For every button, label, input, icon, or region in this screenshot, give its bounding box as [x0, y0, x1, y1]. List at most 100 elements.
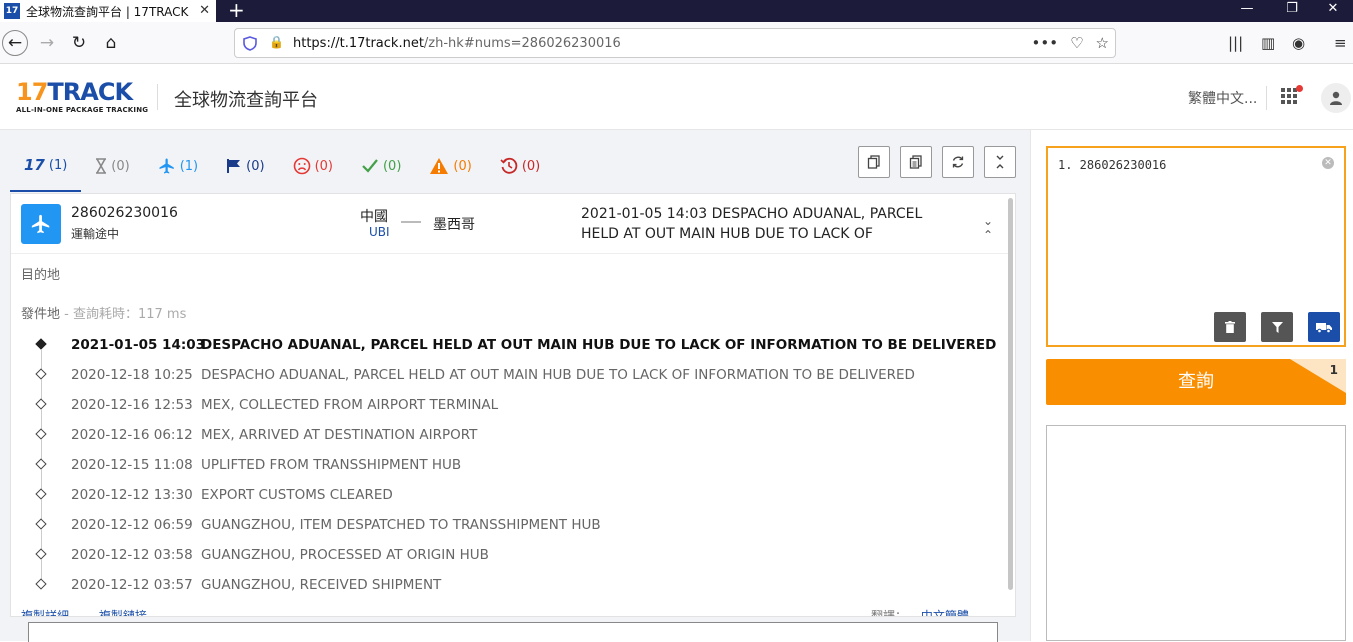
back-button[interactable]: ←	[2, 30, 28, 56]
footer-links: 複製詳細 複製鏈接	[21, 607, 147, 616]
tab-not-found[interactable]: (0)	[81, 140, 143, 192]
logo-number: 17	[16, 78, 48, 106]
collapse-icon	[996, 155, 1004, 169]
logo[interactable]: 17TRACK ALL-IN-ONE PACKAGE TRACKING	[16, 80, 148, 114]
tab-pickup[interactable]: (0)	[212, 140, 278, 192]
timeline-event: 2021-01-05 14:03 DESPACHO ADUANAL, PARCEL…	[31, 330, 1011, 371]
event-description: EXPORT CUSTOMS CLEARED	[201, 487, 393, 503]
event-description: MEX, ARRIVED AT DESTINATION AIRPORT	[201, 427, 478, 443]
origin-country: 中國	[360, 209, 388, 225]
pocket-icon[interactable]: ♡	[1070, 34, 1083, 52]
event-datetime: 2021-01-05 14:03	[71, 337, 206, 353]
event-datetime: 2020-12-12 03:57	[71, 577, 193, 593]
reload-button[interactable]: ↻	[66, 30, 92, 56]
timeline-marker-icon	[35, 338, 47, 350]
tab-all[interactable]: 17 (1)	[10, 140, 82, 192]
tracking-input-text[interactable]: 1. 286026230016	[1058, 158, 1166, 172]
forward-button[interactable]: →	[34, 30, 60, 56]
event-description: UPLIFTED FROM TRANSSHIPMENT HUB	[201, 457, 462, 473]
tracking-number[interactable]: 286026230016	[71, 205, 178, 221]
clear-input-icon[interactable]: ✕	[1322, 157, 1334, 169]
carrier-link[interactable]: UBI	[369, 225, 390, 239]
timeline-marker-icon	[35, 548, 47, 560]
page-actions-icon[interactable]: •••	[1032, 34, 1059, 52]
airplane-icon	[31, 214, 50, 234]
close-tab-icon[interactable]: ✕	[199, 3, 210, 18]
scrollbar[interactable]	[1008, 198, 1013, 590]
timeline-event: 2020-12-12 06:59 GUANGZHOU, ITEM DESPATCH…	[31, 510, 1011, 551]
shield-icon[interactable]	[243, 36, 257, 51]
sidebar-toggle-icon[interactable]: ▥	[1261, 34, 1275, 52]
expand-chevron-icon[interactable]: ⌄ ⌃	[983, 214, 993, 242]
filter-button[interactable]	[1261, 312, 1293, 342]
translate-control: 翻譯： 中文簡體	[871, 607, 969, 617]
language-selector[interactable]: 繁體中文...	[1188, 88, 1257, 108]
close-window-icon[interactable]: ✕	[1313, 0, 1353, 18]
browser-tab[interactable]: 17 全球物流查詢平台 | 17TRACK ✕	[0, 0, 216, 22]
favicon-icon: 17	[4, 3, 20, 19]
copy-all-button[interactable]	[900, 146, 932, 178]
notification-dot	[1296, 85, 1303, 92]
sad-face-icon	[293, 157, 311, 175]
refresh-icon	[952, 156, 964, 168]
timeline-marker-icon	[35, 578, 47, 590]
tracking-result-card: 286026230016 運輸途中 中國 UBI 墨西哥 2021-01-05 …	[10, 193, 1016, 617]
event-datetime: 2020-12-12 13:30	[71, 487, 193, 503]
copy-details-link[interactable]: 複製詳細	[21, 609, 69, 616]
tracking-input-box[interactable]: 1. 286026230016 ✕	[1046, 146, 1346, 347]
event-datetime: 2020-12-16 06:12	[71, 427, 193, 443]
ad-placeholder	[1046, 425, 1346, 641]
in-transit-badge	[21, 204, 61, 244]
shipment-summary[interactable]: 286026230016 運輸途中 中國 UBI 墨西哥 2021-01-05 …	[11, 194, 1011, 254]
event-datetime: 2020-12-18 10:25	[71, 367, 193, 383]
timeline-event: 2020-12-16 06:12 MEX, ARRIVED AT DESTINAT…	[31, 420, 1011, 461]
user-avatar[interactable]	[1321, 83, 1351, 113]
trash-icon	[1225, 321, 1235, 333]
restore-icon[interactable]: ❐	[1272, 0, 1312, 18]
delete-button[interactable]	[1214, 312, 1246, 342]
url-bar[interactable]: 🔒 https://t.17track.net/zh-hk#nums=28602…	[234, 28, 1116, 58]
event-description: DESPACHO ADUANAL, PARCEL HELD AT OUT MAI…	[201, 337, 997, 353]
event-timeline: 2021-01-05 14:03 DESPACHO ADUANAL, PARCEL…	[31, 330, 1011, 600]
tab-delivered[interactable]: (0)	[347, 140, 415, 192]
tab-expired[interactable]: (0)	[486, 140, 554, 192]
apps-grid-icon[interactable]	[1281, 88, 1297, 104]
url-text[interactable]: https://t.17track.net/zh-hk#nums=2860262…	[293, 36, 621, 51]
carrier-select-button[interactable]	[1308, 312, 1340, 342]
minimize-icon[interactable]: —	[1227, 0, 1267, 18]
account-icon[interactable]: ◉	[1292, 34, 1305, 52]
library-icon[interactable]: |||	[1228, 34, 1243, 52]
menu-icon[interactable]: ≡	[1334, 34, 1347, 52]
timeline-event: 2020-12-16 12:53 MEX, COLLECTED FROM AIRP…	[31, 390, 1011, 431]
timeline-marker-icon	[35, 398, 47, 410]
tab-undelivered[interactable]: (0)	[279, 140, 347, 192]
route-arrow	[401, 221, 421, 223]
event-description: MEX, COLLECTED FROM AIRPORT TERMINAL	[201, 397, 499, 413]
copy-link-link[interactable]: 複製鏈接	[99, 609, 147, 616]
event-description: GUANGZHOU, PROCESSED AT ORIGIN HUB	[201, 547, 489, 563]
lock-icon[interactable]: 🔒	[269, 35, 284, 49]
timeline-marker-icon	[35, 458, 47, 470]
translate-language[interactable]: 中文簡體	[921, 609, 969, 616]
new-tab-button[interactable]: +	[228, 0, 245, 22]
collapse-all-button[interactable]	[984, 146, 1016, 178]
event-description: GUANGZHOU, ITEM DESPATCHED TO TRANSSHIPM…	[201, 517, 601, 533]
translate-label: 翻譯：	[871, 609, 908, 617]
query-button[interactable]: 查詢 1	[1046, 359, 1346, 405]
latest-event: 2021-01-05 14:03 DESPACHO ADUANAL, PARCE…	[581, 206, 923, 242]
bookmark-star-icon[interactable]: ☆	[1096, 34, 1109, 52]
timeline-event: 2020-12-12 13:30 EXPORT CUSTOMS CLEARED	[31, 480, 1011, 521]
refresh-button[interactable]	[942, 146, 974, 178]
destination-country: 墨西哥	[433, 217, 475, 233]
tab-in-transit[interactable]: (1)	[144, 140, 212, 192]
copy-button[interactable]	[858, 146, 890, 178]
event-datetime: 2020-12-12 06:59	[71, 517, 193, 533]
warning-icon	[429, 157, 449, 175]
timeline-event: 2020-12-12 03:57 GUANGZHOU, RECEIVED SHIP…	[31, 570, 1011, 600]
copy-icon	[867, 155, 880, 169]
check-icon	[361, 158, 379, 174]
origin-section-label: 發件地 - 查詢耗時：117 ms	[21, 307, 187, 322]
tab-alert[interactable]: (0)	[415, 140, 485, 192]
next-result-card	[28, 622, 998, 642]
home-button[interactable]: ⌂	[98, 30, 124, 56]
